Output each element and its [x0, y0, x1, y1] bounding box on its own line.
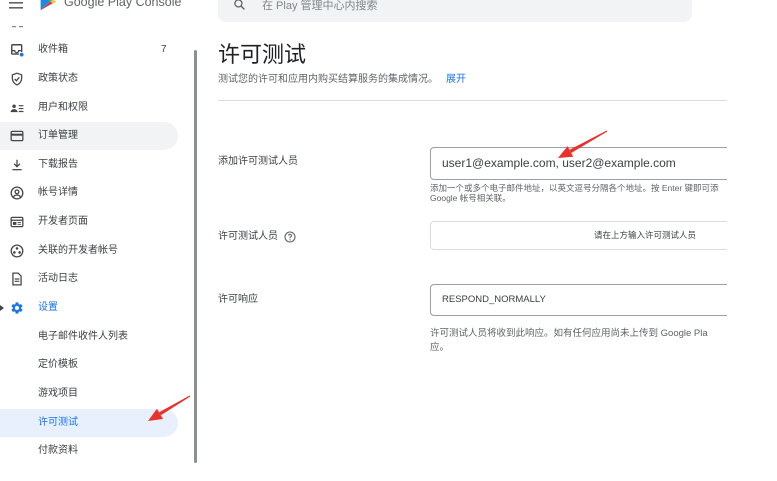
- license-response-helper-line: 许可测试人员将收到此响应。如有任何应用尚未上传到 Google Pla: [430, 328, 708, 339]
- help-icon[interactable]: [284, 231, 296, 243]
- expand-caret-icon: [0, 305, 4, 311]
- sidebar-item-label: 游戏项目: [38, 388, 78, 399]
- sidebar-item-label: 开发者页面: [38, 216, 88, 227]
- sidebar-item-payments-profile[interactable]: 付款资料: [0, 437, 178, 465]
- sidebar-item-inbox[interactable]: 收件箱 7: [0, 36, 178, 64]
- sidebar-item-label: 收件箱: [38, 44, 68, 55]
- description-text: 测试您的许可和应用内购买结算服务的集成情况。: [218, 74, 438, 85]
- sidebar-item-game-projects[interactable]: 游戏项目: [0, 380, 178, 408]
- sidebar-item-account-details[interactable]: 帐号详情: [0, 179, 178, 207]
- sidebar-item-label: 付款资料: [38, 445, 78, 456]
- page-title: 许可测试: [218, 42, 307, 67]
- sidebar-item-label: 政策状态: [38, 73, 78, 84]
- sidebar-item-users-permissions[interactable]: 用户和权限: [0, 94, 178, 122]
- sidebar-item-label: 用户和权限: [38, 102, 88, 113]
- credit-card-icon: [10, 129, 24, 143]
- add-testers-label: 添加许可测试人员: [218, 156, 298, 167]
- sidebar-item-label: 关联的开发者帐号: [38, 245, 118, 256]
- license-response-label: 许可响应: [218, 294, 258, 305]
- download-icon: [10, 158, 24, 172]
- sidebar-item-settings[interactable]: 设置: [0, 294, 178, 322]
- sidebar-item-label: 许可测试: [38, 417, 78, 428]
- shield-check-icon: [10, 72, 24, 86]
- account-circle-icon: [10, 186, 24, 200]
- sidebar-item-policy-status[interactable]: 政策状态: [0, 65, 178, 93]
- testers-empty-text: 请在上方输入许可测试人员: [593, 230, 696, 240]
- sidebar-item-email-lists[interactable]: 电子邮件收件人列表: [0, 323, 178, 351]
- sidebar-item-label: 设置: [38, 302, 58, 313]
- testers-label: 许可测试人员: [218, 231, 278, 242]
- sidebar-item-label: 下载报告: [38, 159, 78, 170]
- manage-accounts-icon: [10, 101, 24, 115]
- sidebar-item-linked-developer-accounts[interactable]: 关联的开发者帐号: [0, 237, 178, 265]
- sidebar-item-label: 电子邮件收件人列表: [38, 331, 128, 342]
- sidebar-item-developer-page[interactable]: 开发者页面: [0, 208, 178, 236]
- page-description: 测试您的许可和应用内购买结算服务的集成情况。 展开: [218, 74, 466, 86]
- add-testers-helper-line: 添加一个或多个电子邮件地址，以英文逗号分隔各个地址。按 Enter 键即可添: [430, 183, 719, 193]
- add-testers-helper-line: Google 帐号相关联。: [430, 193, 511, 203]
- search-input[interactable]: 在 Play 管理中心内搜索: [262, 0, 378, 13]
- sidebar-item-label: 订单管理: [38, 130, 78, 141]
- document-icon: [10, 272, 24, 286]
- add-testers-input[interactable]: user1@example.com, user2@example.com: [430, 147, 727, 180]
- search-bar[interactable]: 在 Play 管理中心内搜索: [218, 0, 692, 22]
- testers-list-box: 请在上方输入许可测试人员: [430, 221, 727, 250]
- license-response-select[interactable]: RESPOND_NORMALLY: [430, 284, 727, 316]
- license-response-helper-line: 应。: [430, 342, 450, 353]
- sidebar-scrollbar[interactable]: [194, 50, 197, 463]
- expand-link[interactable]: 展开: [446, 74, 466, 85]
- search-icon[interactable]: [233, 0, 246, 11]
- unread-count-badge: 7: [161, 44, 167, 55]
- sidebar-item-pricing-templates[interactable]: 定价模板: [0, 351, 178, 379]
- sidebar-item-license-testing[interactable]: 许可测试: [0, 409, 178, 437]
- inbox-icon: [10, 43, 24, 57]
- web-page-icon: [10, 215, 24, 229]
- license-response-value: RESPOND_NORMALLY: [442, 294, 546, 305]
- sidebar-item-label: 帐号详情: [38, 187, 78, 198]
- sidebar: 收件箱 7 政策状态 用户和权限 订单管理 下载报告 帐号详情 开发者页面 关联…: [0, 0, 200, 481]
- sidebar-item-order-management[interactable]: 订单管理: [0, 122, 178, 150]
- divider: [218, 100, 727, 101]
- sidebar-item-label: 活动日志: [38, 273, 78, 284]
- linked-accounts-icon: [10, 244, 24, 258]
- sidebar-item-download-reports[interactable]: 下载报告: [0, 151, 178, 179]
- settings-gear-icon: [10, 301, 24, 315]
- sidebar-item-label: 定价模板: [38, 359, 78, 370]
- main-content: 在 Play 管理中心内搜索 许可测试 测试您的许可和应用内购买结算服务的集成情…: [210, 0, 727, 481]
- add-testers-input-value: user1@example.com, user2@example.com: [442, 156, 676, 170]
- sidebar-item-activity-log[interactable]: 活动日志: [0, 265, 178, 293]
